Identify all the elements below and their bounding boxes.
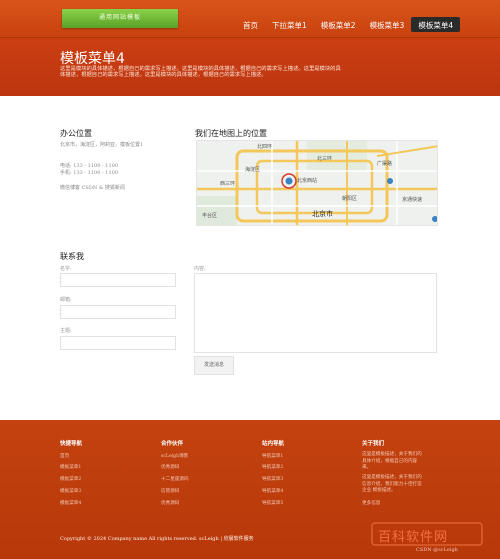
footer-link[interactable]: 导航菜单5 [262,500,283,506]
name-input[interactable] [60,273,176,287]
footer-link[interactable]: 十二星座源码 [161,476,189,482]
office-address: 北京市，海淀区，阿莉亚，模板位置1 [60,142,144,148]
watermark-small-text: CSDN @scLeigh [416,547,458,553]
about-text: 这里是模板描述，关于我们的具体介绍，根据自己的内容来。 [362,452,422,470]
nav-item-menu4[interactable]: 模板菜单4 [411,17,461,32]
footer-link[interactable]: 首页 [60,453,69,459]
office-credit: 微信博客 CSDN & 搜狐新闻 [60,185,125,191]
map-label: 北京市 [312,210,333,218]
office-title: 办公位置 [60,129,92,138]
watermark-badge: 百科软件网 CSDN @scLeigh [368,518,490,558]
page-description: 这里是模块的具体描述，根据自己的需求写上描述。这里是模块的具体描述，根据自己的需… [60,66,341,79]
map-label: 海淀区 [245,167,261,173]
footer-link[interactable]: 优秀源码 [161,500,179,506]
map-label: 京通快速 [402,197,423,203]
office-mobile: 手机: 133 - 1100 - 1100 [60,170,119,176]
map-label: 北四环 [257,144,273,150]
footer-link[interactable]: 优秀源码 [161,464,179,470]
about-text: 这里是模板描述，关于我们的信息介绍，我们能力十佳打造企业 模板描述。 [362,475,422,493]
footer-link[interactable]: 导航菜单2 [262,464,283,470]
about-more-link[interactable]: 更多信息 [362,500,380,506]
nav-item-dropdown1[interactable]: 下拉菜单1 [265,17,314,32]
location-map[interactable]: 北四环 北三环 海淀区 北京西站 西三环 北京市 朝阳区 丰台区 广渠路 京通快… [196,140,438,226]
footer-link[interactable]: scLeigh博客 [161,453,188,459]
main-nav: 首页 下拉菜单1 模板菜单2 模板菜单3 模板菜单4 [236,17,461,33]
copyright-text: Copyright © 2024 Company name All rights… [60,536,254,542]
subject-label: 主题: [60,328,72,334]
footer-link[interactable]: 信管源码 [161,488,179,494]
email-input[interactable] [60,305,176,319]
logo-text: 通用网站模板 [98,14,141,21]
email-label: 邮箱: [60,297,72,303]
site-logo[interactable]: 通用网站模板 [62,9,178,28]
send-message-button[interactable]: 发送消息 [194,356,234,375]
message-label: 内容: [194,266,206,272]
footer-link[interactable]: 模板菜单2 [60,476,81,482]
office-phone: 电话: 133 - 1100 - 1100 [60,163,119,169]
footer-link[interactable]: 模板菜单3 [60,488,81,494]
top-bar: 通用网站模板 首页 下拉菜单1 模板菜单2 模板菜单3 模板菜单4 [0,0,500,38]
nav-item-menu2[interactable]: 模板菜单2 [314,17,363,32]
footer-link[interactable]: 模板菜单1 [60,464,81,470]
footer-col-title: 关于我们 [362,441,385,447]
map-label: 北京西站 [297,178,318,184]
map-label: 丰台区 [202,213,218,219]
map-label: 朝阳区 [342,196,358,202]
message-textarea[interactable] [194,273,437,353]
nav-item-home[interactable]: 首页 [236,17,265,32]
footer-link[interactable]: 导航菜单3 [262,476,283,482]
map-label: 广渠路 [377,161,393,167]
nav-item-menu3[interactable]: 模板菜单3 [363,17,412,32]
page-hero: 模板菜单4 这里是模块的具体描述，根据自己的需求写上描述。这里是模块的具体描述，… [0,38,500,96]
footer-link[interactable]: 导航菜单4 [262,488,283,494]
footer-col-title: 快捷导航 [60,441,83,447]
contact-title: 联系我 [60,252,84,261]
map-label: 西三环 [220,181,236,187]
name-label: 名字: [60,266,72,272]
footer-link[interactable]: 模板菜单4 [60,500,81,506]
watermark-text: 百科软件网 [378,530,449,545]
footer-col-title: 站内导航 [262,441,285,447]
map-label: 北三环 [317,156,333,162]
subject-input[interactable] [60,336,176,350]
map-title: 我们在地图上的位置 [195,129,267,138]
footer-col-title: 合作伙伴 [161,441,184,447]
page-title: 模板菜单4 [60,51,125,67]
footer-link[interactable]: 导航菜单1 [262,453,283,459]
